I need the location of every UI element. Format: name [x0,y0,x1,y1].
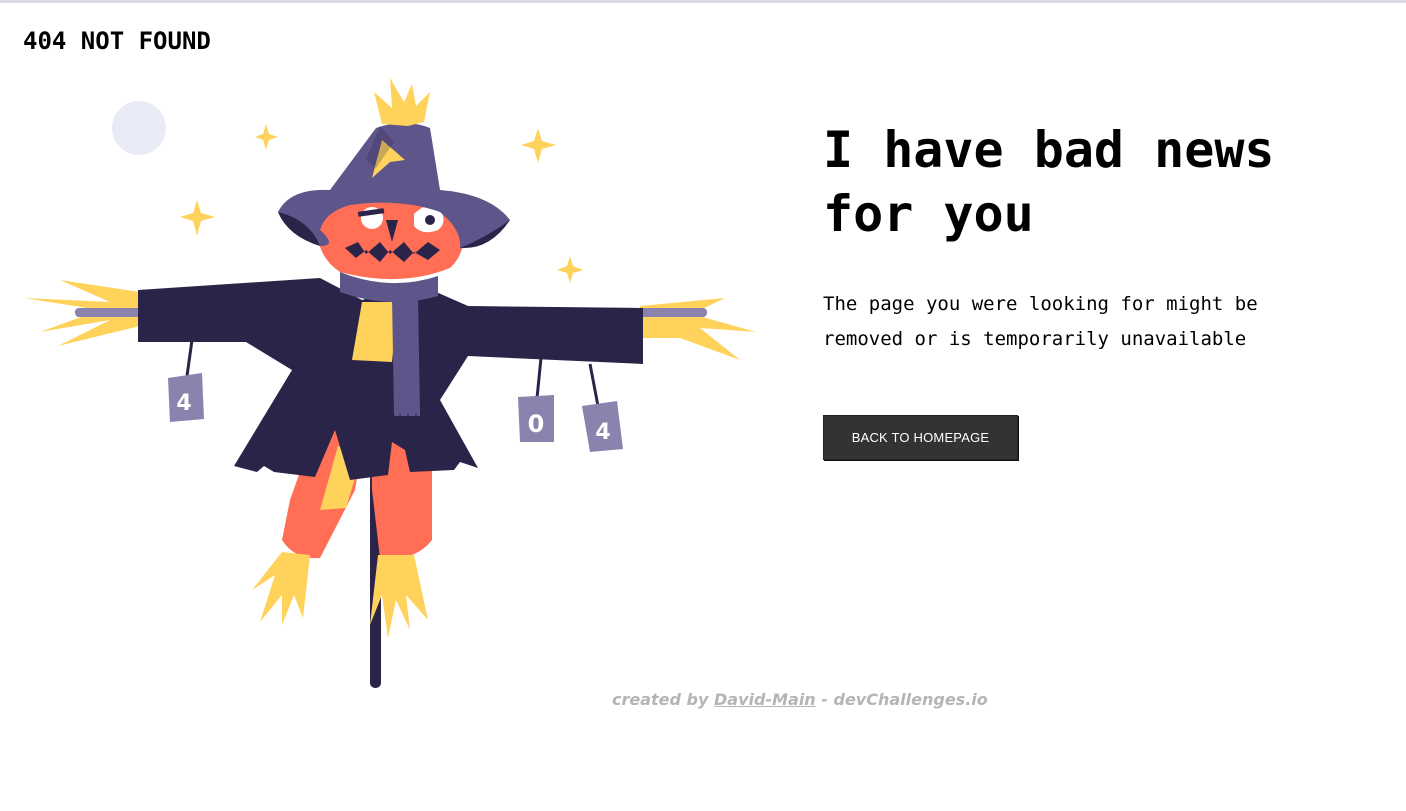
can-4-left: 4 [168,373,204,422]
can-0: 0 [518,395,554,442]
can-4-right: 4 [582,401,623,452]
back-to-homepage-button[interactable]: BACK TO HOMEPAGE [823,415,1018,460]
can-string [535,357,543,399]
footer-site: devChallenges.io [833,690,988,709]
error-message: The page you were looking for might be r… [823,293,1258,350]
right-hand-straw [640,298,756,360]
can-label: 4 [176,391,191,416]
sparkle-icon [557,256,583,283]
can-string [185,339,194,377]
moon-icon [112,101,166,155]
author-link[interactable]: David-Main [714,690,816,709]
footer-separator: - [821,690,828,709]
site-title: 404 NOT FOUND [23,27,211,55]
footer-credit: created by David-Main - devChallenges.io [612,690,988,709]
can-label: 4 [595,420,610,445]
left-foot-straw [252,552,310,625]
scarecrow-illustration: 4 0 4 [24,78,756,688]
sparkle-icon [521,128,556,163]
sparkle-icon [180,200,215,236]
page-headline: I have bad news for you [823,121,1275,243]
footer-prefix: created by [612,690,709,709]
can-label: 0 [528,410,545,438]
hat-straw [374,78,430,126]
can-string [588,363,600,407]
browser-top-border [0,0,1406,3]
sparkle-icon [255,124,278,150]
